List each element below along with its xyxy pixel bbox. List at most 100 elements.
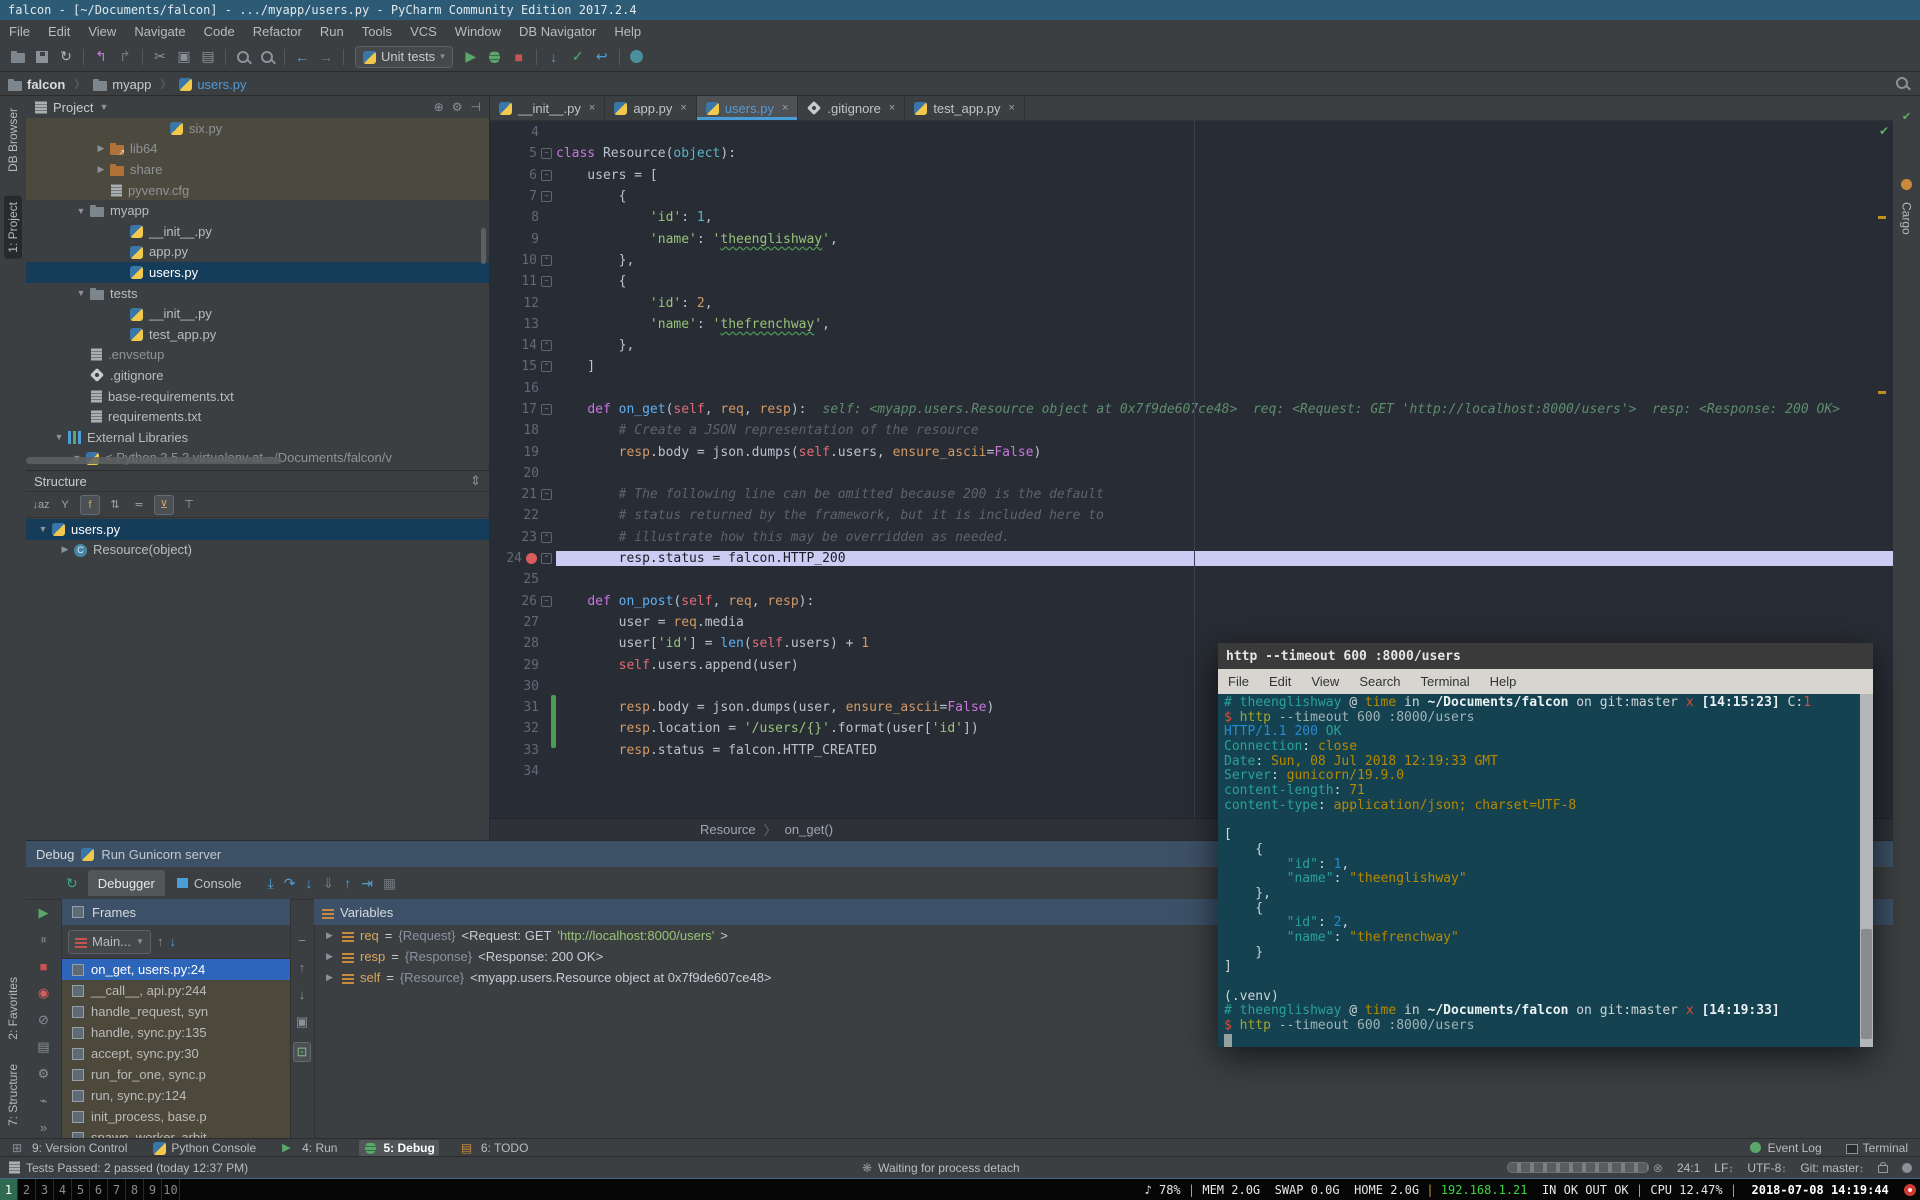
menu-vcs[interactable]: VCS — [401, 21, 446, 42]
evaluate-expression-icon[interactable]: ▦ — [383, 875, 396, 892]
line-number[interactable]: 33 — [519, 743, 539, 758]
line-number[interactable]: 14 — [517, 338, 537, 353]
menu-view[interactable]: View — [79, 21, 125, 42]
frame-up-icon[interactable]: ↑ — [157, 934, 164, 949]
editor-tab-test_apppy[interactable]: test_app.py× — [905, 96, 1025, 120]
step-into-icon[interactable]: ↓ — [305, 875, 312, 891]
line-number[interactable]: 20 — [519, 466, 539, 481]
project-tree-item-ExternalLibraries[interactable]: ▼External Libraries — [26, 427, 489, 448]
debug-tab-console[interactable]: Console — [167, 870, 252, 896]
fold-marker-icon[interactable]: − — [541, 276, 552, 287]
project-tree-item-pyvenvcfg[interactable]: pyvenv.cfg — [26, 180, 489, 201]
save-all-icon[interactable] — [30, 46, 54, 68]
locate-icon[interactable]: ⊕ — [434, 100, 444, 114]
line-number[interactable]: 11 — [517, 274, 537, 289]
toolwindow-button-terminal[interactable]: Terminal — [1842, 1140, 1912, 1156]
read-only-lock-icon[interactable] — [1878, 1165, 1888, 1173]
frame-row[interactable]: run_for_one, sync.p — [62, 1064, 290, 1085]
terminal-scrollbar[interactable] — [1860, 694, 1873, 1047]
project-tree-item-share[interactable]: ▶share — [26, 159, 489, 180]
menu-window[interactable]: Window — [446, 21, 510, 42]
line-number[interactable]: 19 — [519, 445, 539, 460]
replace-icon[interactable] — [255, 46, 279, 68]
line-number[interactable]: 32 — [519, 721, 539, 736]
notification-pin-icon[interactable] — [1904, 1184, 1916, 1196]
encoding-widget[interactable]: UTF-8↕ — [1747, 1161, 1786, 1175]
project-tree-item-baserequirementstxt[interactable]: base-requirements.txt — [26, 386, 489, 407]
fold-marker-icon[interactable]: − — [541, 596, 552, 607]
workspace-10[interactable]: 10 — [162, 1179, 180, 1200]
line-number[interactable]: 21 — [517, 487, 537, 502]
project-tree-item-__init__py[interactable]: __init__.py — [26, 303, 489, 324]
workspace-2[interactable]: 2 — [18, 1179, 36, 1200]
terminal-menu-search[interactable]: Search — [1349, 674, 1410, 689]
show-execution-point-icon[interactable]: ⤓ — [268, 875, 274, 892]
cargo-toolwindow-icon[interactable] — [1901, 179, 1912, 190]
open-file-icon[interactable] — [6, 46, 30, 68]
workspace-1[interactable]: 1 — [0, 1179, 18, 1200]
hide-panel-icon[interactable]: ⊣ — [471, 100, 481, 114]
project-tree-item-apppy[interactable]: app.py — [26, 242, 489, 263]
run-configuration-combo[interactable]: Unit tests▾ — [355, 46, 453, 68]
structure-toolbar-icon-2[interactable]: f — [80, 495, 100, 515]
warning-stripe-mark[interactable] — [1878, 391, 1886, 394]
project-tree-item-tests[interactable]: ▼tests — [26, 283, 489, 304]
structure-toolbar-icon-4[interactable]: ≂ — [130, 496, 148, 514]
rollback-icon[interactable]: ↩ — [590, 46, 614, 68]
debug-icon[interactable] — [483, 46, 507, 68]
nav-forward-icon[interactable]: → — [314, 46, 338, 68]
menu-edit[interactable]: Edit — [39, 21, 79, 42]
find-icon[interactable] — [231, 46, 255, 68]
close-icon[interactable]: × — [1009, 102, 1015, 114]
line-number[interactable]: 24 — [502, 551, 522, 566]
toolwindow-button-event-log[interactable]: Event Log — [1744, 1140, 1826, 1156]
line-number[interactable]: 26 — [517, 594, 537, 609]
expand-icon[interactable]: ▶ — [326, 951, 336, 962]
pin-icon[interactable]: ⌁ — [40, 1093, 48, 1109]
editor-tab-userspy[interactable]: users.py× — [697, 96, 799, 120]
tree-arrow-icon[interactable]: ▼ — [72, 206, 90, 216]
settings-icon[interactable]: ⚙ — [38, 1066, 50, 1082]
fold-marker-icon[interactable]: − — [541, 148, 552, 159]
line-number[interactable]: 6 — [517, 168, 537, 183]
terminal-output[interactable]: # theenglishway @ time in ~/Documents/fa… — [1218, 694, 1873, 1047]
fold-marker-icon[interactable]: ⌃ — [541, 532, 552, 543]
breadcrumb-item-falcon[interactable]: falcon〉 — [8, 76, 89, 92]
fold-marker-icon[interactable]: ⌃ — [541, 340, 552, 351]
terminal-menu-view[interactable]: View — [1301, 674, 1349, 689]
paste-icon[interactable]: ▤ — [196, 46, 220, 68]
terminal-menu-file[interactable]: File — [1218, 674, 1259, 689]
thread-combo[interactable]: Main... ▼ — [68, 930, 151, 954]
menu-db-navigator[interactable]: DB Navigator — [510, 21, 605, 42]
tree-arrow-icon[interactable]: ▶ — [92, 164, 110, 175]
project-tree-item-sixpy[interactable]: six.py — [26, 118, 489, 139]
project-tree-item-myapp[interactable]: ▼myapp — [26, 200, 489, 221]
menu-code[interactable]: Code — [195, 21, 244, 42]
line-number[interactable]: 34 — [519, 764, 539, 779]
line-number[interactable]: 5 — [517, 146, 537, 161]
mute-breakpoints-icon[interactable]: ⊘ — [38, 1012, 49, 1028]
project-tree-item-lib64[interactable]: ▶lib64 — [26, 139, 489, 160]
inspections-ok-icon[interactable]: ✔ — [1879, 124, 1889, 138]
fold-marker-icon[interactable]: − — [541, 489, 552, 500]
horizontal-scrollbar[interactable] — [26, 457, 282, 464]
line-number[interactable]: 25 — [519, 572, 539, 587]
project-tree-item-gitignore[interactable]: .gitignore — [26, 365, 489, 386]
editor-tab-apppy[interactable]: app.py× — [605, 96, 696, 120]
line-number[interactable]: 13 — [519, 317, 539, 332]
fold-marker-icon[interactable]: ⌃ — [541, 553, 552, 564]
close-icon[interactable]: × — [589, 102, 595, 114]
line-number[interactable]: 17 — [517, 402, 537, 417]
line-number[interactable]: 28 — [519, 636, 539, 651]
move-up-icon[interactable]: ↑ — [299, 960, 306, 975]
close-icon[interactable]: × — [680, 102, 686, 114]
cancel-progress-icon[interactable]: ⊗ — [1653, 1161, 1663, 1175]
restore-layout-icon[interactable]: ▤ — [37, 1039, 49, 1055]
close-icon[interactable]: × — [889, 102, 895, 114]
stop-icon[interactable]: ■ — [40, 959, 48, 974]
editor-tab-__init__py[interactable]: __init__.py× — [490, 96, 605, 120]
toolwindow-button-4-run[interactable]: ▶4: Run — [278, 1140, 341, 1156]
tree-arrow-icon[interactable]: ▼ — [72, 288, 90, 298]
line-number[interactable]: 7 — [517, 189, 537, 204]
workspace-3[interactable]: 3 — [36, 1179, 54, 1200]
